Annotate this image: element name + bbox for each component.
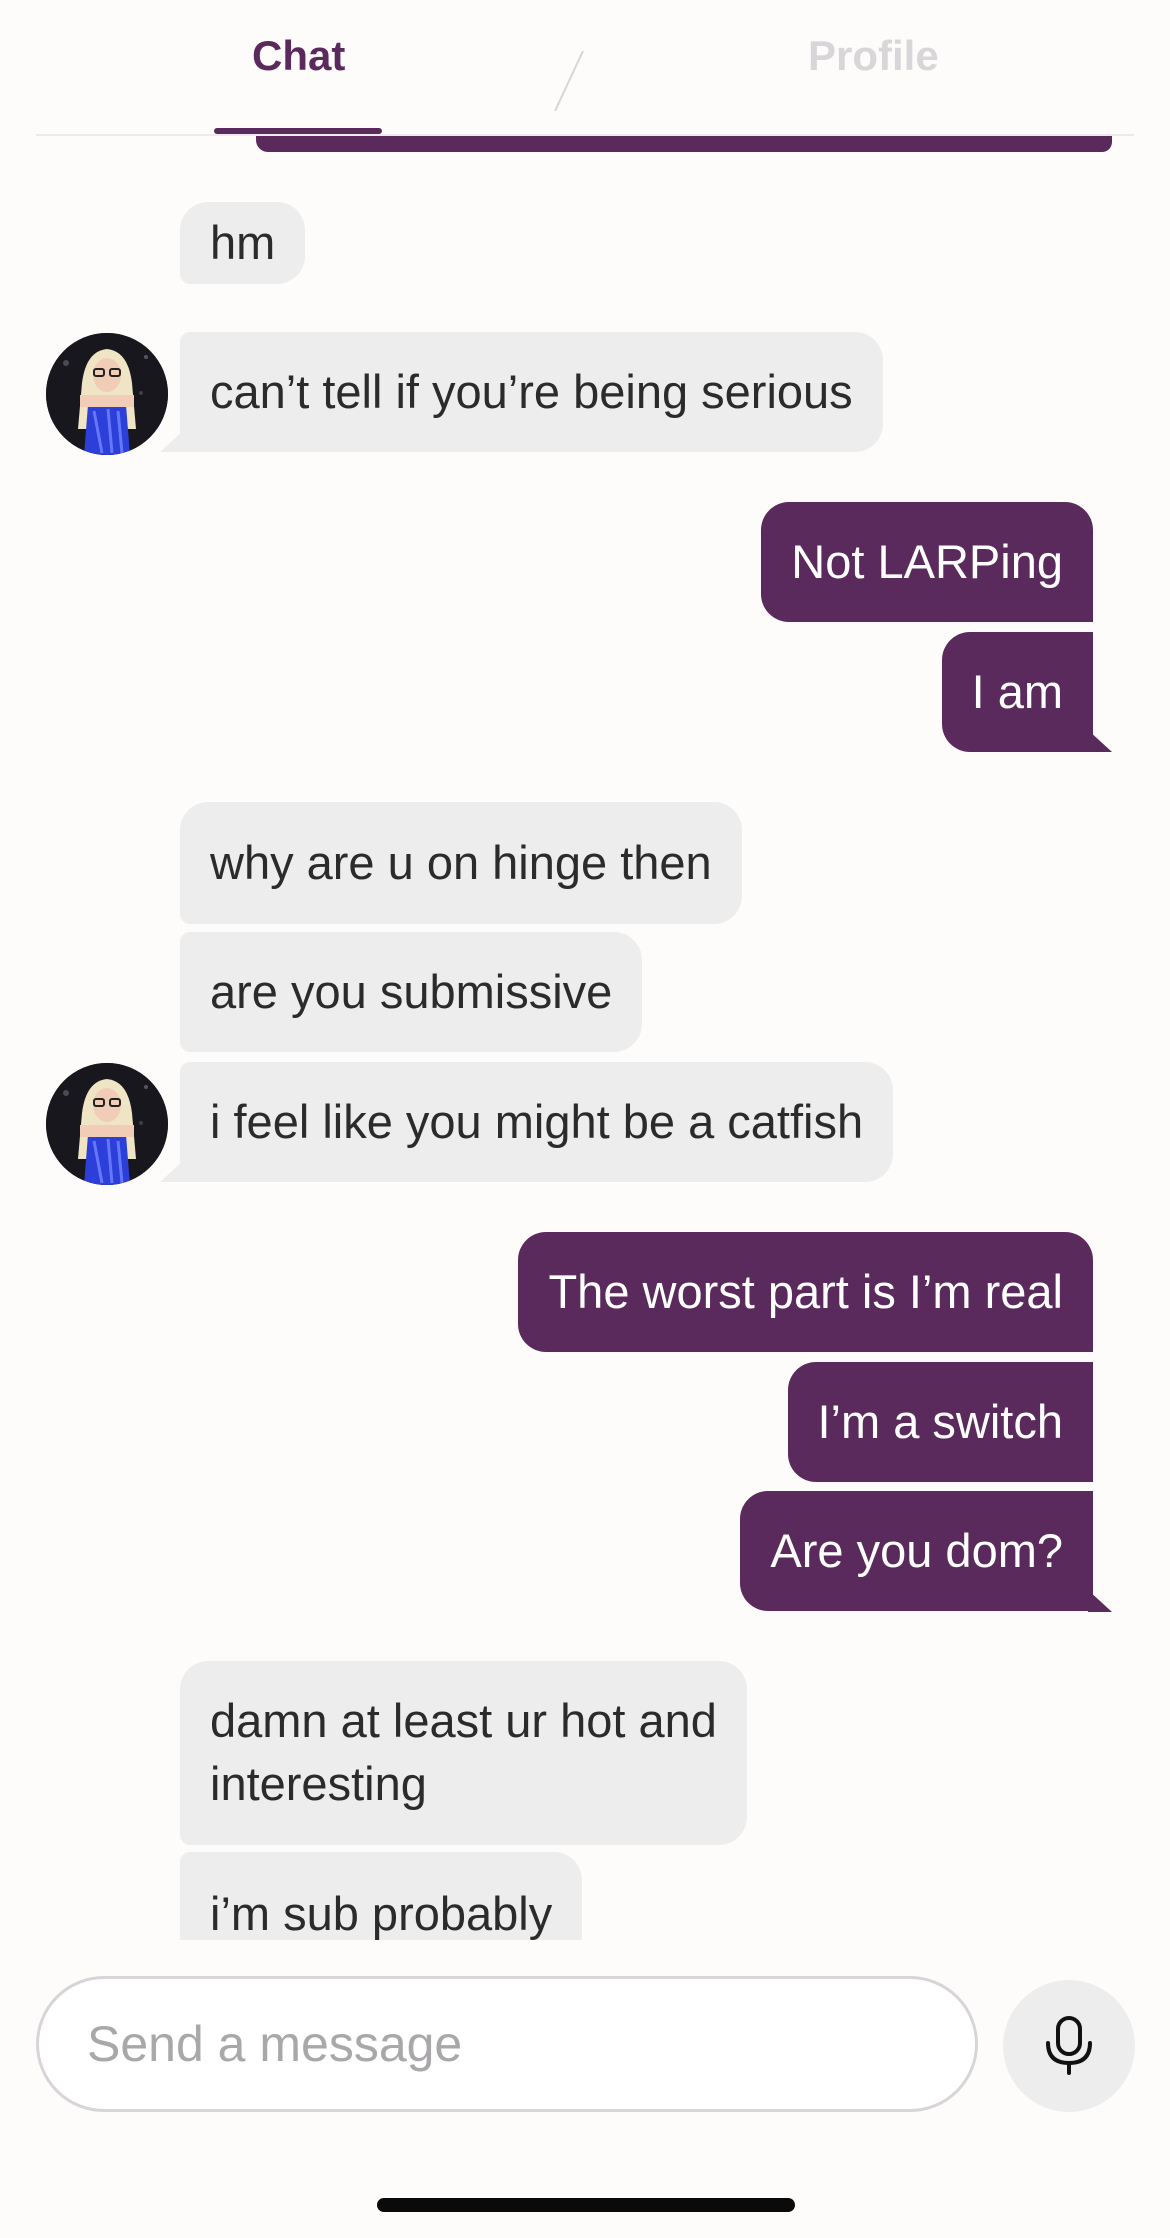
bubble-tail [160,1160,184,1182]
message-text: why are u on hinge then [210,836,712,889]
message-text: Not LARPing [791,535,1063,588]
voice-note-button[interactable] [1003,1980,1135,2112]
microphone-icon [1046,2016,1092,2075]
message-bubble-outgoing: I’m a switch [787,1362,1093,1482]
message-bubble-incoming: i’m sub probably [180,1852,583,1940]
tab-profile[interactable]: Profile [808,30,939,82]
home-indicator [377,2198,795,2212]
message-bubble-outgoing: Are you dom? [740,1491,1093,1611]
message-text: can’t tell if you’re being serious [210,365,853,418]
composer-bar [0,1940,1170,2238]
tab-separator [554,50,584,112]
chat-thread[interactable]: hm can’t tell if you’re being serious No… [0,0,1170,1940]
message-text: I am [971,665,1063,718]
message-text: I’m a switch [817,1395,1064,1448]
message-bubble-incoming: i feel like you might be a catfish [180,1062,894,1182]
tab-bar: Chat Profile [0,0,1170,136]
message-text: i’m sub probably [210,1887,553,1940]
message-bubble-outgoing: I am [941,632,1093,752]
match-avatar[interactable] [46,333,168,455]
avatar-photo [46,333,168,455]
message-text: hm [210,216,276,269]
bubble-tail [160,430,184,452]
message-bubble-incoming: hm [180,202,306,284]
message-text: The worst part is I’m real [548,1265,1063,1318]
bubble-tail [1088,1590,1112,1612]
message-input[interactable] [36,1976,978,2112]
message-bubble-incoming: are you submissive [180,932,643,1052]
header-divider [36,134,1134,136]
match-avatar[interactable] [46,1063,168,1185]
message-text: are you submissive [210,965,613,1018]
message-bubble-incoming: why are u on hinge then [180,802,742,924]
message-bubble-incoming: damn at least ur hot and interesting [180,1661,747,1845]
message-text: i feel like you might be a catfish [210,1095,864,1148]
message-bubble-incoming: can’t tell if you’re being serious [180,332,883,452]
message-bubble-outgoing: The worst part is I’m real [518,1232,1093,1352]
message-text: Are you dom? [770,1524,1063,1577]
avatar-photo [46,1063,168,1185]
tab-chat[interactable]: Chat [252,30,345,82]
message-text-line: damn at least ur hot and [210,1694,717,1747]
message-bubble-outgoing: Not LARPing [761,502,1093,622]
bubble-tail [1088,730,1112,752]
message-text-line: interesting [210,1757,427,1810]
